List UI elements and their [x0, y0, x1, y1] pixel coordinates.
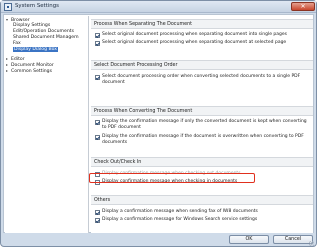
tree-item[interactable]: Display Dialog Box — [13, 47, 59, 53]
option-label: Display the confirmation message if only… — [102, 119, 307, 130]
option-checkbox[interactable] — [95, 134, 100, 140]
option-label: Display the confirmation message if the … — [102, 134, 304, 145]
tree-item-label: Common Settings — [11, 69, 52, 74]
option-checkbox[interactable] — [95, 209, 100, 215]
option-checkbox[interactable] — [95, 119, 100, 125]
option-label: Display a confirmation message when send… — [102, 209, 258, 214]
tree-item-label: Shared Document Managem — [13, 35, 79, 40]
option-row[interactable]: Select original document processing when… — [95, 32, 311, 38]
group-header: Others — [91, 195, 313, 205]
group-header: Process When Converting The Document — [91, 106, 313, 116]
title-bar[interactable]: System Settings ✕ — [1, 1, 316, 13]
option-checkbox[interactable] — [95, 74, 100, 80]
option-label: Select original document processing when… — [102, 40, 287, 45]
option-row[interactable]: Display a confirmation message for Windo… — [95, 217, 311, 223]
close-button[interactable]: ✕ — [291, 2, 315, 11]
group-header: Check Out/Check In — [91, 157, 313, 167]
settings-panel: Process When Separating The Document Sele… — [91, 16, 313, 233]
system-settings-window: System Settings ✕ ▾ Browser Display Settin… — [0, 0, 317, 247]
option-row[interactable]: Select document processing order when co… — [95, 74, 311, 86]
option-row[interactable]: Display the confirmation message if only… — [95, 119, 311, 131]
settings-body: ▾ Browser Display Settings Edit/Operation D… — [3, 14, 314, 233]
ok-button[interactable]: OK — [229, 235, 269, 244]
app-icon — [4, 3, 12, 11]
option-label: Select document processing order when co… — [102, 74, 301, 85]
option-row[interactable]: Display a confirmation message when send… — [95, 209, 311, 215]
cancel-button[interactable]: Cancel — [273, 235, 313, 244]
option-row[interactable]: Display the confirmation message if the … — [95, 134, 311, 146]
option-label: Display a confirmation message for Windo… — [102, 217, 258, 222]
window-title: System Settings — [15, 3, 59, 9]
option-label: Select original document processing when… — [102, 32, 287, 37]
option-checkbox[interactable] — [95, 40, 100, 46]
tree-item-label: Edit/Operation Documents — [13, 29, 74, 34]
tree-item-label: Display Dialog Box — [13, 47, 59, 52]
group-header: Process When Separating The Document — [91, 19, 313, 29]
option-checkbox[interactable] — [95, 32, 100, 38]
tree-item-label: Fax — [13, 41, 21, 46]
settings-tree: ▾ Browser Display Settings Edit/Operation D… — [5, 16, 89, 233]
resize-grip[interactable] — [308, 240, 314, 246]
option-row[interactable]: Select original document processing when… — [95, 40, 311, 46]
tree-item-label: Display Settings — [13, 23, 51, 28]
tree-item[interactable]: Shared Document Managem — [13, 35, 79, 41]
option-checkbox[interactable] — [95, 217, 100, 223]
highlight-box — [89, 173, 255, 183]
group-header: Select Document Processing Order — [91, 60, 313, 70]
tree-item[interactable]: ▸ Common Settings — [6, 68, 52, 74]
